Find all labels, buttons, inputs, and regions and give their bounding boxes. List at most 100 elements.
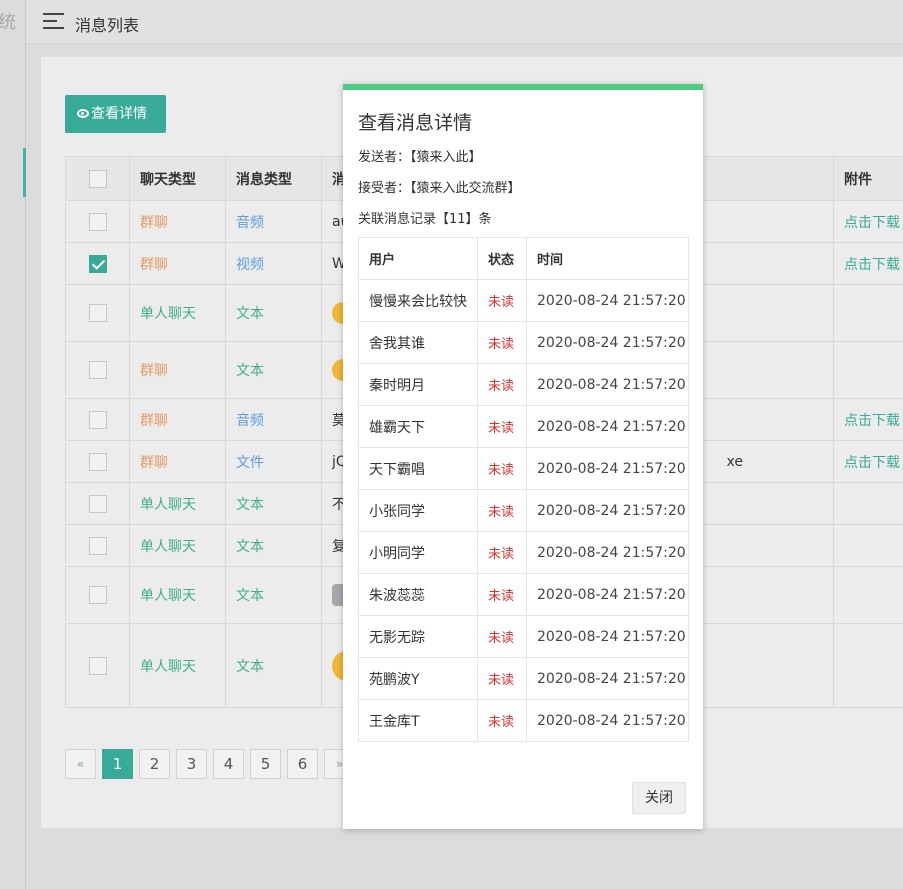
modal-title: 查看消息详情 — [358, 112, 473, 134]
row-checkbox[interactable] — [88, 361, 107, 379]
read-status-table: 用户 状态 时间 慢慢来会比较快 未读 2020-08-24 21:57:20 舍我其… — [358, 237, 689, 742]
record-user: 天下霸唱 — [358, 447, 478, 490]
row-select-cell — [65, 440, 130, 483]
row-checkbox[interactable] — [88, 536, 107, 555]
col-time: 时间 — [526, 237, 689, 280]
modal-table-header: 用户 状态 时间 — [358, 237, 689, 280]
msg-type-cell: 视频 — [225, 242, 322, 285]
record-time: 2020-08-24 21:57:20 — [526, 405, 689, 448]
record-time: 2020-08-24 21:57:20 — [526, 615, 689, 658]
chat-type-cell: 群聊 — [129, 398, 226, 441]
receiver-line: 接受者：【猿来入此交流群】 — [358, 181, 521, 196]
page-6[interactable]: 6 — [287, 749, 318, 779]
attachment-cell — [833, 341, 903, 399]
pagination-prev[interactable]: « — [65, 749, 96, 779]
record-time: 2020-08-24 21:57:20 — [526, 363, 689, 406]
row-select-cell — [65, 524, 130, 567]
row-checkbox[interactable] — [88, 410, 107, 429]
record-status: 未读 — [477, 615, 527, 658]
record-status: 未读 — [477, 279, 527, 322]
row-checkbox[interactable] — [88, 304, 107, 322]
page-5[interactable]: 5 — [250, 749, 281, 779]
record-row: 雄霸天下 未读 2020-08-24 21:57:20 — [358, 405, 689, 448]
download-link[interactable]: 点击下载 — [833, 440, 903, 483]
record-status: 未读 — [477, 321, 527, 364]
record-row: 苑鹏波Y 未读 2020-08-24 21:57:20 — [358, 657, 689, 700]
row-checkbox[interactable] — [88, 452, 107, 471]
download-link[interactable]: 点击下载 — [833, 398, 903, 441]
menu-toggle-icon[interactable] — [43, 13, 64, 29]
row-checkbox[interactable] — [88, 212, 107, 231]
download-link[interactable]: 点击下载 — [833, 242, 903, 285]
record-time: 2020-08-24 21:57:20 — [526, 573, 689, 616]
record-row: 王金库T 未读 2020-08-24 21:57:20 — [358, 699, 689, 742]
chat-type-cell: 群聊 — [129, 440, 226, 483]
top-bar: 消息列表 — [26, 0, 903, 44]
attachment-cell — [833, 623, 903, 708]
msg-type-cell: 文本 — [225, 284, 322, 342]
col-chat-type: 聊天类型 — [129, 156, 226, 201]
record-status: 未读 — [477, 447, 527, 490]
chat-type-cell: 群聊 — [129, 200, 226, 243]
msg-type-cell: 文本 — [225, 524, 322, 567]
page-title: 消息列表 — [75, 16, 140, 35]
record-status: 未读 — [477, 405, 527, 448]
col-status: 状态 — [477, 237, 527, 280]
col-msg-type: 消息类型 — [225, 156, 322, 201]
record-row: 朱波蕊蕊 未读 2020-08-24 21:57:20 — [358, 573, 689, 616]
related-count-line: 关联消息记录【11】条 — [358, 212, 492, 227]
msg-type-cell: 文本 — [225, 566, 322, 624]
close-button[interactable]: 关闭 — [632, 782, 686, 814]
select-all-checkbox[interactable] — [88, 169, 107, 188]
chat-type-cell: 单人聊天 — [129, 284, 226, 342]
record-time: 2020-08-24 21:57:20 — [526, 657, 689, 700]
sidebar: 统 — [0, 0, 26, 889]
attachment-cell — [833, 566, 903, 624]
record-time: 2020-08-24 21:57:20 — [526, 279, 689, 322]
msg-type-cell: 文本 — [225, 482, 322, 525]
row-select-cell — [65, 566, 130, 624]
row-select-cell — [65, 242, 130, 285]
record-status: 未读 — [477, 657, 527, 700]
record-status: 未读 — [477, 531, 527, 574]
page-1[interactable]: 1 — [102, 749, 133, 779]
record-user: 朱波蕊蕊 — [358, 573, 478, 616]
row-checkbox[interactable] — [88, 254, 107, 273]
msg-type-cell: 音频 — [225, 398, 322, 441]
msg-type-cell: 文本 — [225, 623, 322, 708]
row-checkbox[interactable] — [88, 494, 107, 513]
row-checkbox[interactable] — [88, 586, 107, 604]
record-row: 舍我其谁 未读 2020-08-24 21:57:20 — [358, 321, 689, 364]
message-detail-modal: 查看消息详情 发送者：【猿来入此】 接受者：【猿来入此交流群】 关联消息记录【1… — [343, 84, 703, 829]
page-3[interactable]: 3 — [176, 749, 207, 779]
content-extension: xe — [726, 453, 743, 470]
record-time: 2020-08-24 21:57:20 — [526, 699, 689, 742]
record-user: 雄霸天下 — [358, 405, 478, 448]
record-time: 2020-08-24 21:57:20 — [526, 321, 689, 364]
page-4[interactable]: 4 — [213, 749, 244, 779]
record-time: 2020-08-24 21:57:20 — [526, 447, 689, 490]
page-2[interactable]: 2 — [139, 749, 170, 779]
view-details-label: 查看详情 — [91, 106, 147, 122]
record-row: 慢慢来会比较快 未读 2020-08-24 21:57:20 — [358, 279, 689, 322]
msg-type-cell: 文件 — [225, 440, 322, 483]
eye-icon — [77, 109, 89, 118]
record-user: 王金库T — [358, 699, 478, 742]
record-row: 无影无踪 未读 2020-08-24 21:57:20 — [358, 615, 689, 658]
record-row: 小张同学 未读 2020-08-24 21:57:20 — [358, 489, 689, 532]
attachment-cell — [833, 482, 903, 525]
download-link[interactable]: 点击下载 — [833, 200, 903, 243]
chat-type-cell: 群聊 — [129, 341, 226, 399]
record-status: 未读 — [477, 363, 527, 406]
chat-type-cell: 群聊 — [129, 242, 226, 285]
record-status: 未读 — [477, 573, 527, 616]
record-time: 2020-08-24 21:57:20 — [526, 531, 689, 574]
col-user: 用户 — [358, 237, 478, 280]
sidebar-active-indicator — [23, 148, 26, 197]
chat-type-cell: 单人聊天 — [129, 623, 226, 708]
row-select-cell — [65, 341, 130, 399]
view-details-button[interactable]: 查看详情 — [65, 95, 166, 133]
row-checkbox[interactable] — [88, 656, 107, 675]
row-select-cell — [65, 482, 130, 525]
record-user: 慢慢来会比较快 — [358, 279, 478, 322]
